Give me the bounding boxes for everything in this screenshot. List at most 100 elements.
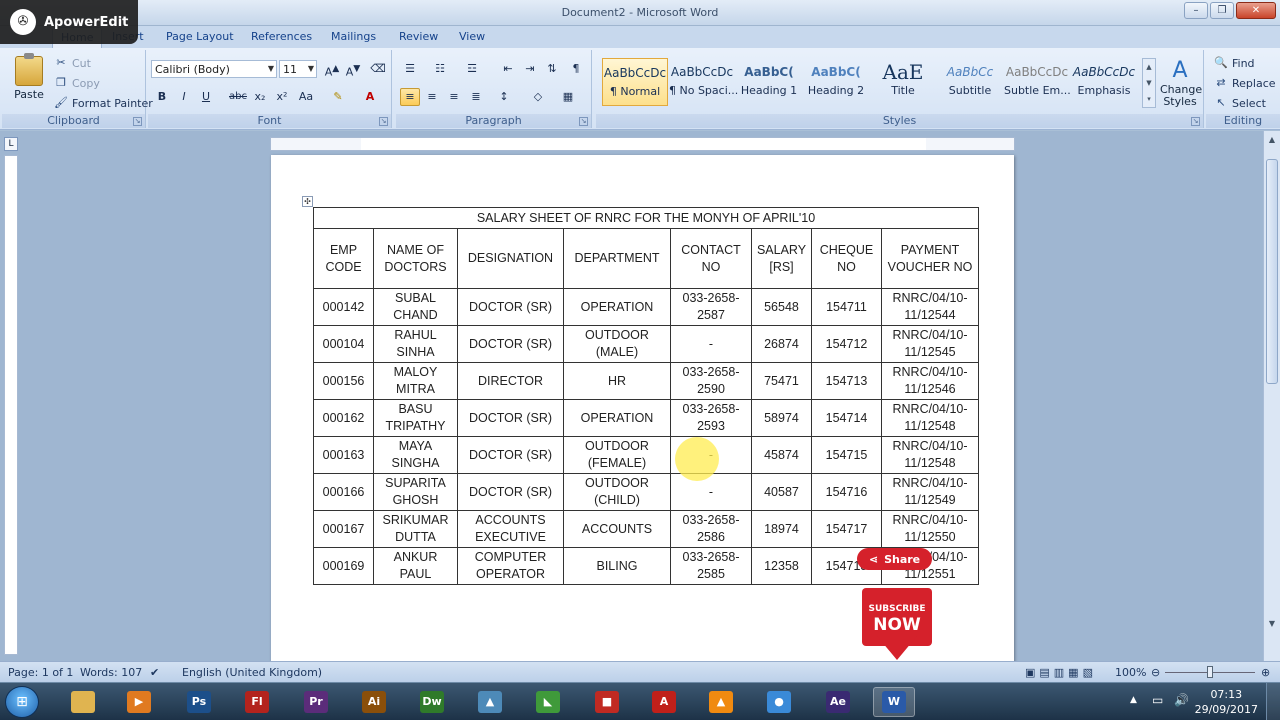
table-cell[interactable]: 033-2658-2593 bbox=[670, 399, 752, 437]
table-cell[interactable]: OUTDOOR (FEMALE) bbox=[563, 436, 671, 474]
taskbar-media-player[interactable]: ▶ bbox=[118, 687, 160, 717]
restore-button[interactable]: ❐ bbox=[1210, 2, 1234, 19]
close-button[interactable]: ✕ bbox=[1236, 2, 1276, 19]
italic-button[interactable]: I bbox=[174, 88, 194, 106]
zoom-out-icon[interactable]: ⊖ bbox=[1151, 666, 1160, 679]
font-size-combo[interactable]: 11 ▼ bbox=[279, 60, 317, 78]
table-cell[interactable]: ACCOUNTS bbox=[563, 510, 671, 548]
sort-icon[interactable]: ⇅ bbox=[542, 60, 562, 78]
table-cell[interactable]: 000163 bbox=[313, 436, 374, 474]
proofing-icon[interactable]: ✔ bbox=[150, 666, 159, 679]
font-name-combo[interactable]: Calibri (Body) ▼ bbox=[151, 60, 277, 78]
table-cell[interactable]: ACCOUNTS EXECUTIVE bbox=[457, 510, 564, 548]
paragraph-launcher[interactable]: ↘ bbox=[579, 117, 588, 126]
taskbar-illustrator[interactable]: Ai bbox=[353, 687, 395, 717]
table-cell[interactable]: 45874 bbox=[751, 436, 812, 474]
style-no-spacing[interactable]: AaBbCcDc ¶ No Spaci... bbox=[669, 58, 738, 106]
taskbar-dreamweaver[interactable]: Dw bbox=[411, 687, 453, 717]
header-cell[interactable]: DESIGNATION bbox=[457, 228, 564, 289]
taskbar-spreadsheet[interactable]: ◣ bbox=[527, 687, 569, 717]
tab-selector[interactable]: L bbox=[4, 137, 18, 151]
salary-table[interactable]: SALARY SHEET OF RNRC FOR THE MONYH OF AP… bbox=[313, 207, 979, 585]
vertical-ruler[interactable] bbox=[4, 155, 18, 655]
table-cell[interactable]: DOCTOR (SR) bbox=[457, 399, 564, 437]
table-cell[interactable]: 154717 bbox=[811, 510, 882, 548]
table-cell[interactable]: 154711 bbox=[811, 288, 882, 326]
strikethrough-button[interactable]: abc bbox=[228, 88, 248, 106]
align-center-icon[interactable]: ≡ bbox=[422, 88, 442, 106]
change-case-button[interactable]: Aa bbox=[296, 88, 316, 106]
cut-button[interactable]: ✂ Cut bbox=[54, 56, 91, 70]
tab-mailings[interactable]: Mailings bbox=[331, 30, 376, 43]
table-cell[interactable]: OPERATION bbox=[563, 399, 671, 437]
style-title[interactable]: AaE Title bbox=[870, 58, 936, 106]
table-cell[interactable]: RAHUL SINHA bbox=[373, 325, 458, 363]
select-button[interactable]: ↖ Select bbox=[1214, 96, 1266, 110]
shrink-font-button[interactable]: A▼ bbox=[343, 60, 363, 79]
paste-button[interactable]: Paste bbox=[10, 53, 48, 112]
grow-font-button[interactable]: A▲ bbox=[322, 60, 342, 79]
align-right-icon[interactable]: ≡ bbox=[444, 88, 464, 106]
table-cell[interactable]: 40587 bbox=[751, 473, 812, 511]
taskbar-vlc[interactable]: ▲ bbox=[700, 687, 742, 717]
line-spacing-icon[interactable]: ↕ bbox=[494, 88, 514, 106]
align-left-icon[interactable]: ≡ bbox=[400, 88, 420, 106]
table-cell[interactable]: 000162 bbox=[313, 399, 374, 437]
header-cell[interactable]: CHEQUE NO bbox=[811, 228, 882, 289]
table-cell[interactable]: SUPARITA GHOSH bbox=[373, 473, 458, 511]
table-cell[interactable]: 000167 bbox=[313, 510, 374, 548]
multilevel-list-icon[interactable]: ☲ bbox=[462, 60, 482, 78]
taskbar-red-box[interactable]: ■ bbox=[586, 687, 628, 717]
table-cell[interactable]: MAYA SINGHA bbox=[373, 436, 458, 474]
taskbar-flash[interactable]: Fl bbox=[236, 687, 278, 717]
styles-gallery-scroll[interactable]: ▲ ▼ ▾ bbox=[1142, 58, 1156, 108]
table-cell[interactable]: BILING bbox=[563, 547, 671, 585]
zoom-slider-thumb[interactable] bbox=[1207, 666, 1213, 678]
zoom-in-icon[interactable]: ⊕ bbox=[1261, 666, 1270, 679]
font-launcher[interactable]: ↘ bbox=[379, 117, 388, 126]
table-cell[interactable]: RNRC/04/10-11/12550 bbox=[881, 510, 979, 548]
table-cell[interactable]: DOCTOR (SR) bbox=[457, 325, 564, 363]
table-cell[interactable]: 56548 bbox=[751, 288, 812, 326]
table-cell[interactable]: 000104 bbox=[313, 325, 374, 363]
table-cell[interactable]: OPERATION bbox=[563, 288, 671, 326]
change-styles-button[interactable]: A Change Styles bbox=[1160, 58, 1202, 108]
table-cell[interactable]: RNRC/04/10-11/12545 bbox=[881, 325, 979, 363]
table-cell[interactable]: BASU TRIPATHY bbox=[373, 399, 458, 437]
header-cell[interactable]: PAYMENT VOUCHER NO bbox=[881, 228, 979, 289]
table-cell[interactable]: OUTDOOR (CHILD) bbox=[563, 473, 671, 511]
word-count[interactable]: Words: 107 bbox=[80, 666, 142, 679]
numbering-icon[interactable]: ☷ bbox=[430, 60, 450, 78]
show-formatting-icon[interactable]: ¶ bbox=[566, 60, 586, 78]
tab-review[interactable]: Review bbox=[399, 30, 438, 43]
clipboard-launcher[interactable]: ↘ bbox=[133, 117, 142, 126]
table-cell[interactable]: - bbox=[670, 325, 752, 363]
styles-launcher[interactable]: ↘ bbox=[1191, 117, 1200, 126]
table-move-handle[interactable]: ✣ bbox=[302, 196, 313, 207]
underline-button[interactable]: U bbox=[196, 88, 216, 106]
table-cell[interactable]: MALOY MITRA bbox=[373, 362, 458, 400]
scroll-up-icon[interactable]: ▲ bbox=[1266, 135, 1278, 147]
table-cell[interactable]: RNRC/04/10-11/12549 bbox=[881, 473, 979, 511]
table-cell[interactable]: 154716 bbox=[811, 473, 882, 511]
style-emphasis[interactable]: AaBbCcDc Emphasis bbox=[1071, 58, 1137, 106]
highlight-color-icon[interactable]: ✎ bbox=[328, 88, 348, 106]
style-subtitle[interactable]: AaBbCc Subtitle bbox=[937, 58, 1003, 106]
style-heading-2[interactable]: AaBbC( Heading 2 bbox=[803, 58, 869, 106]
scroll-down-icon[interactable]: ▼ bbox=[1266, 619, 1278, 631]
borders-icon[interactable]: ▦ bbox=[558, 88, 578, 106]
subscript-button[interactable]: x₂ bbox=[250, 88, 270, 106]
table-cell[interactable]: 000142 bbox=[313, 288, 374, 326]
header-cell[interactable]: SALARY [RS] bbox=[751, 228, 812, 289]
volume-icon[interactable]: 🔊 bbox=[1174, 693, 1189, 707]
show-desktop-button[interactable] bbox=[1266, 683, 1280, 720]
table-cell[interactable]: 18974 bbox=[751, 510, 812, 548]
table-cell[interactable]: - bbox=[670, 473, 752, 511]
font-color-icon[interactable]: A bbox=[360, 88, 380, 106]
header-cell[interactable]: NAME OF DOCTORS bbox=[373, 228, 458, 289]
clear-formatting-icon[interactable]: ⌫ bbox=[368, 60, 388, 78]
justify-icon[interactable]: ≣ bbox=[466, 88, 486, 106]
table-cell[interactable]: ANKUR PAUL bbox=[373, 547, 458, 585]
table-cell[interactable]: RNRC/04/10-11/12546 bbox=[881, 362, 979, 400]
header-cell[interactable]: DEPARTMENT bbox=[563, 228, 671, 289]
